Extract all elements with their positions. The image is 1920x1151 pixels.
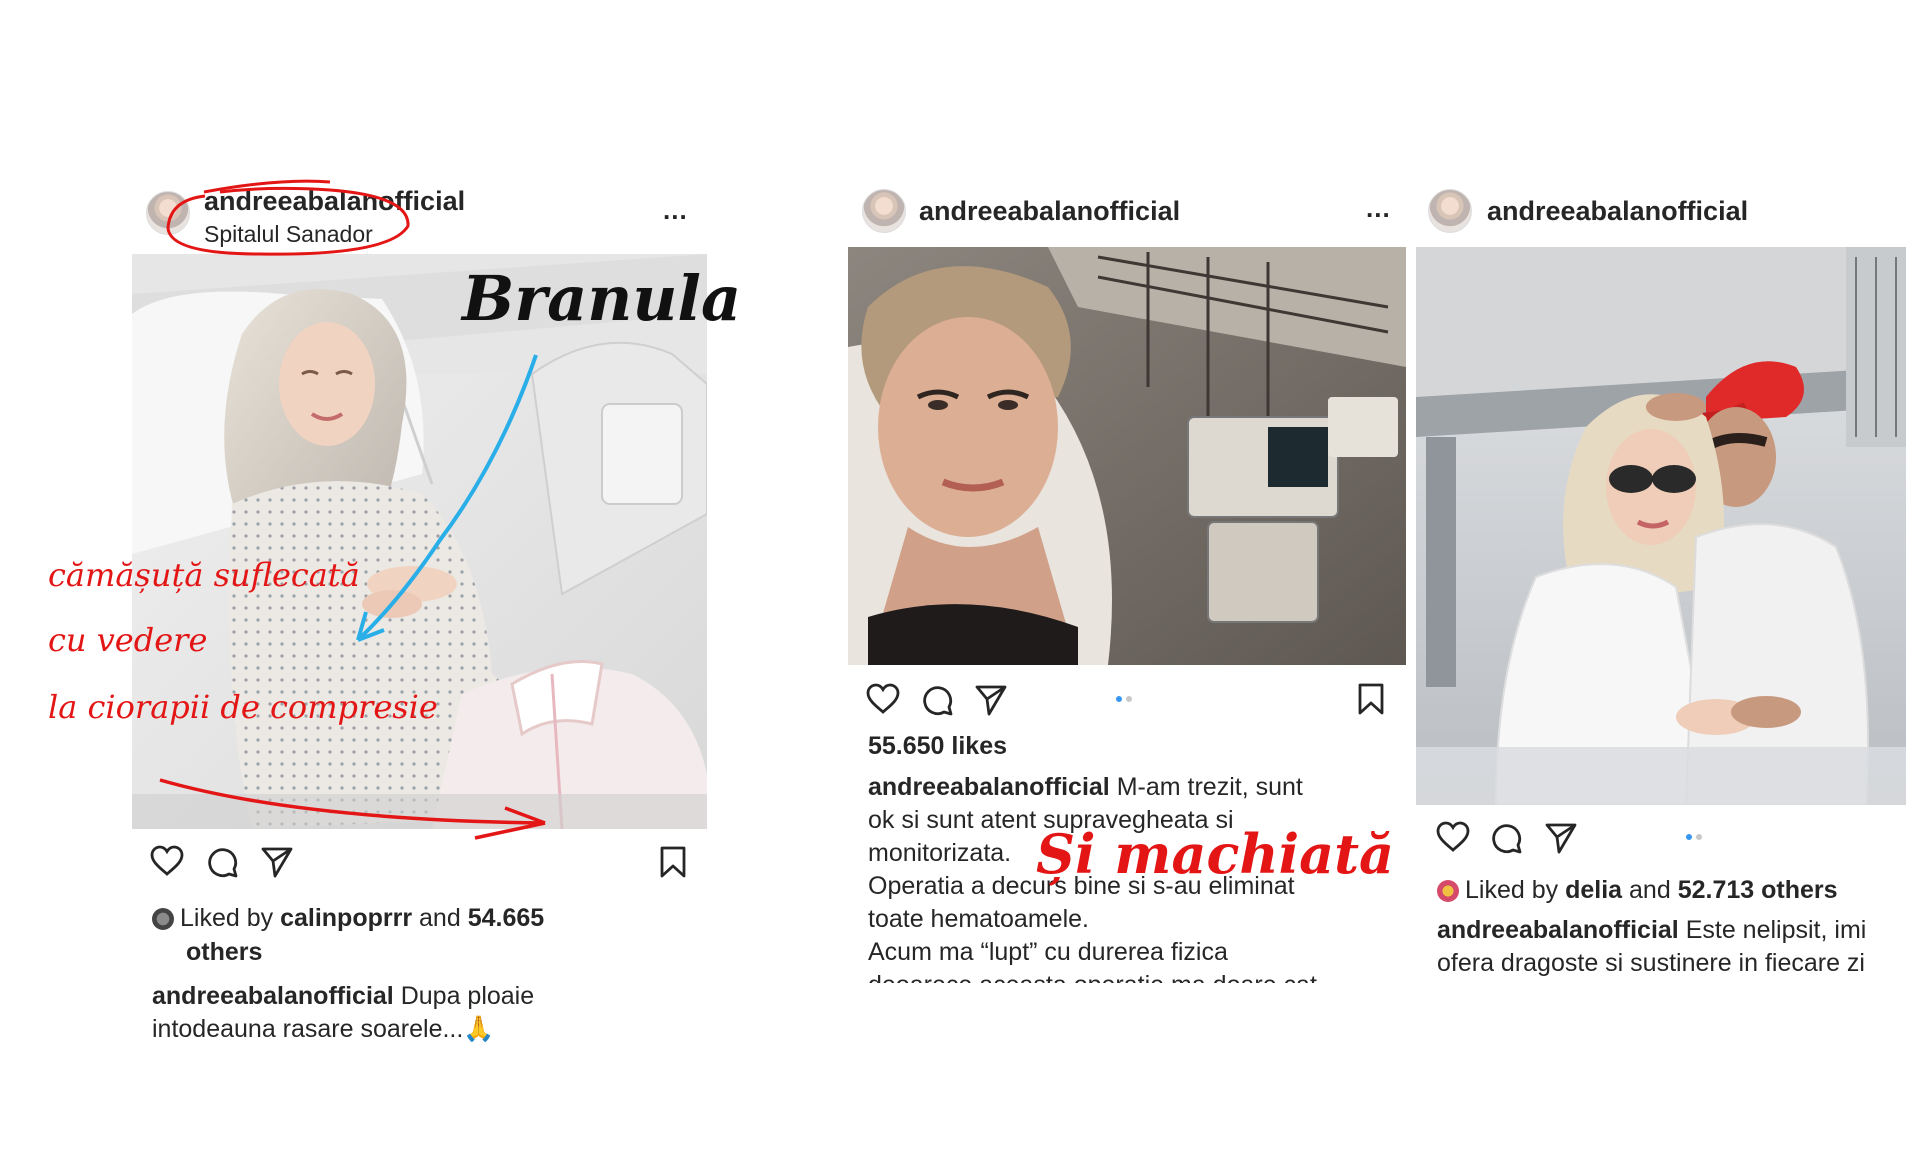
- annotation-camasuta-line-2: cu vedere: [48, 621, 208, 659]
- like-heart-icon[interactable]: [1436, 821, 1470, 853]
- liked-by-user[interactable]: delia: [1565, 876, 1622, 904]
- share-send-icon[interactable]: [1545, 822, 1577, 854]
- couple-photo: [1416, 247, 1906, 805]
- liked-by-count[interactable]: 52.713 others: [1678, 876, 1838, 904]
- carousel-dot-active: [1686, 834, 1692, 840]
- annotation-machiata: Și machiată: [1036, 822, 1395, 886]
- liker-avatar[interactable]: [1437, 880, 1459, 902]
- caption-text-line-2: ofera dragoste si sustinere in fiecare z…: [1437, 949, 1865, 977]
- post-photo[interactable]: [1416, 247, 1906, 805]
- post-username[interactable]: andreeabalanofficial: [1487, 196, 1748, 227]
- avatar[interactable]: [1428, 189, 1472, 233]
- post-caption: andreeabalanofficial Este nelipsit, imi …: [1437, 914, 1907, 980]
- liked-by-prefix: Liked by: [1465, 876, 1559, 904]
- annotation-branula: Branula: [462, 262, 742, 335]
- liked-by-and: and: [1629, 876, 1671, 904]
- liked-by-line: Liked by delia and 52.713 others: [1437, 873, 1917, 907]
- caption-username[interactable]: andreeabalanofficial: [1437, 916, 1679, 944]
- annotation-camasuta-line-3: la ciorapii de compresie: [48, 688, 438, 726]
- carousel-dot: [1696, 834, 1702, 840]
- carousel-dots: [1686, 834, 1702, 840]
- caption-text-line-1: Este nelipsit, imi: [1685, 916, 1867, 944]
- annotation-camasuta-line-1: cămășuță suflecată: [48, 556, 360, 594]
- comment-icon[interactable]: [1491, 822, 1523, 854]
